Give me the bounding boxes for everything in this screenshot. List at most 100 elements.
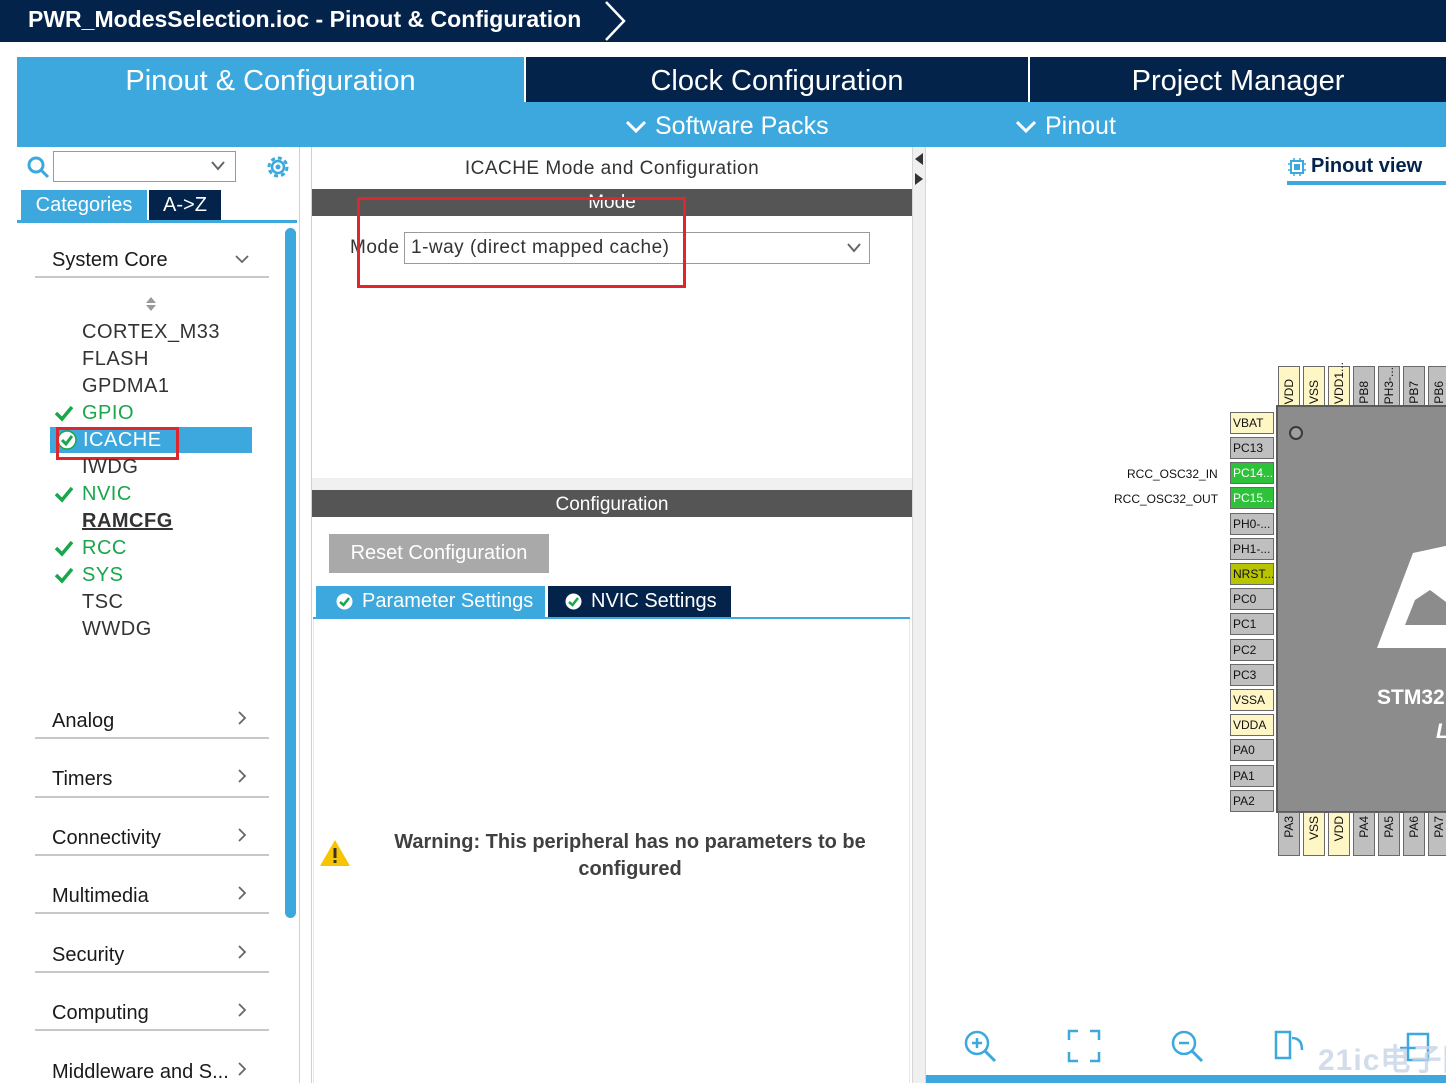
pin-bottom[interactable]: PA4 (1353, 812, 1375, 856)
pin-bottom[interactable]: PA5 (1378, 812, 1400, 856)
chip-series: L (1436, 720, 1446, 744)
configuration-section-title: Configuration (555, 494, 669, 515)
pin-bottom[interactable]: VSS (1303, 812, 1325, 856)
search-icon[interactable] (26, 155, 50, 179)
watermark: 21ic电子网 (1318, 1044, 1446, 1077)
pin-left[interactable]: PC13 (1230, 437, 1274, 459)
chevron-right-icon[interactable] (234, 827, 250, 843)
pin-top[interactable]: VDD (1278, 366, 1300, 407)
sidebar-item-flash[interactable]: FLASH (82, 348, 149, 371)
chevron-right-icon[interactable] (234, 885, 250, 901)
sidebar-item-sys[interactable]: SYS (82, 564, 124, 587)
pin-bottom[interactable]: PA6 (1403, 812, 1425, 856)
panel-splitter[interactable] (912, 147, 926, 1083)
chevron-right-icon[interactable] (234, 1002, 250, 1018)
pin-signal-label: RCC_OSC32_OUT (1114, 492, 1219, 506)
category-analog[interactable]: Analog (52, 710, 114, 733)
chip-icon (1288, 157, 1306, 176)
pin-top[interactable]: PH3-... (1378, 366, 1400, 407)
pin-signal-label: RCC_OSC32_IN (1127, 467, 1218, 481)
tab-nvic-settings-label: NVIC Settings (591, 590, 717, 612)
category-timers[interactable]: Timers (52, 768, 112, 791)
tab-pinout-configuration[interactable]: Pinout & Configuration (17, 57, 524, 102)
chevron-right-icon[interactable] (234, 710, 250, 726)
rotate-icon[interactable] (1272, 1028, 1308, 1064)
tab-project-manager[interactable]: Project Manager (1030, 57, 1446, 102)
check-icon (54, 405, 74, 422)
pin-left[interactable]: PC14... (1230, 462, 1274, 484)
sidebar-scrollbar[interactable] (285, 228, 296, 918)
sidebar-item-nvic[interactable]: NVIC (82, 483, 132, 506)
sidebar-item-gpdma1[interactable]: GPDMA1 (82, 375, 169, 398)
pin-top[interactable]: PB7 (1403, 366, 1425, 407)
check-circle-icon (565, 593, 582, 610)
pin-left[interactable]: PA1 (1230, 765, 1274, 787)
pin-left[interactable]: PC0 (1230, 588, 1274, 610)
pin-left[interactable]: PC1 (1230, 613, 1274, 635)
section-gap (312, 478, 912, 490)
sidebar-item-gpio[interactable]: GPIO (82, 402, 134, 425)
pin-left[interactable]: PA2 (1230, 790, 1274, 812)
category-system-core[interactable]: System Core (52, 249, 168, 272)
tab-categories[interactable]: Categories (21, 190, 147, 220)
window-title: PWR_ModesSelection.ioc - Pinout & Config… (28, 6, 582, 32)
category-security[interactable]: Security (52, 944, 124, 967)
tab-clock-configuration[interactable]: Clock Configuration (526, 57, 1028, 102)
category-connectivity[interactable]: Connectivity (52, 827, 161, 850)
pin-bottom[interactable]: VDD (1328, 812, 1350, 856)
pin-bottom[interactable]: PA7 (1428, 812, 1446, 856)
category-computing[interactable]: Computing (52, 1002, 149, 1025)
sidebar-item-tsc[interactable]: TSC (82, 591, 124, 614)
zoom-out-icon[interactable] (1169, 1028, 1205, 1064)
sort-icon[interactable] (144, 295, 158, 313)
pin-left[interactable]: VDDA (1230, 714, 1274, 736)
category-multimedia[interactable]: Multimedia (52, 885, 149, 908)
check-icon (54, 540, 74, 557)
pin-bottom[interactable]: PA3 (1278, 812, 1300, 856)
category-middleware[interactable]: Middleware and S... (52, 1061, 229, 1084)
pin-left[interactable]: PA0 (1230, 739, 1274, 761)
pin-top[interactable]: VDD1... (1328, 362, 1350, 407)
reset-configuration-button[interactable]: Reset Configuration (329, 534, 549, 573)
fit-screen-icon[interactable] (1066, 1028, 1102, 1064)
tab-parameter-settings[interactable]: Parameter Settings (316, 586, 545, 617)
pin-left[interactable]: PC15... (1230, 487, 1274, 509)
divider (35, 971, 269, 973)
chevron-down-icon[interactable] (234, 251, 250, 267)
tab-nvic-settings[interactable]: NVIC Settings (548, 586, 731, 617)
sidebar-item-iwdg[interactable]: IWDG (82, 456, 138, 479)
tab-parameter-settings-label: Parameter Settings (362, 590, 534, 612)
chevron-right-icon[interactable] (234, 1061, 250, 1077)
pin-left[interactable]: NRST... (1230, 563, 1274, 585)
search-input[interactable] (53, 151, 236, 182)
pin-left[interactable]: PH0-... (1230, 513, 1274, 535)
pin-left[interactable]: PC2 (1230, 639, 1274, 661)
sidebar-item-ramcfg[interactable]: RAMCFG (82, 510, 173, 533)
tab-pinout-view[interactable]: Pinout view (1287, 155, 1446, 183)
pin-left[interactable]: PC3 (1230, 664, 1274, 686)
expand-right-icon[interactable] (914, 172, 924, 186)
zoom-in-icon[interactable] (962, 1028, 998, 1064)
chevron-down-icon[interactable] (846, 242, 862, 254)
pin-top[interactable]: PB8 (1353, 366, 1375, 407)
software-packs-menu[interactable]: Software Packs (625, 108, 829, 144)
software-packs-label: Software Packs (655, 112, 829, 140)
chip-name: STM32 (1377, 686, 1445, 709)
chevron-down-icon[interactable] (210, 160, 226, 172)
divider (35, 1029, 269, 1031)
pin-top[interactable]: VSS (1303, 366, 1325, 407)
sidebar-item-wwdg[interactable]: WWDG (82, 618, 152, 641)
tab-a-z[interactable]: A->Z (149, 190, 221, 220)
chevron-right-icon[interactable] (234, 944, 250, 960)
sidebar-item-rcc[interactable]: RCC (82, 537, 127, 560)
sidebar-item-cortex-m33[interactable]: CORTEX_M33 (82, 321, 220, 344)
gear-icon[interactable] (264, 153, 292, 181)
chevron-right-icon[interactable] (234, 768, 250, 784)
pinout-menu[interactable]: Pinout (1015, 108, 1116, 144)
pin-top[interactable]: PB6 (1428, 366, 1446, 407)
pinout-menu-label: Pinout (1045, 112, 1116, 140)
pin-left[interactable]: PH1-... (1230, 538, 1274, 560)
collapse-left-icon[interactable] (914, 152, 924, 166)
pin-left[interactable]: VBAT (1230, 412, 1274, 434)
pin-left[interactable]: VSSA (1230, 689, 1274, 711)
